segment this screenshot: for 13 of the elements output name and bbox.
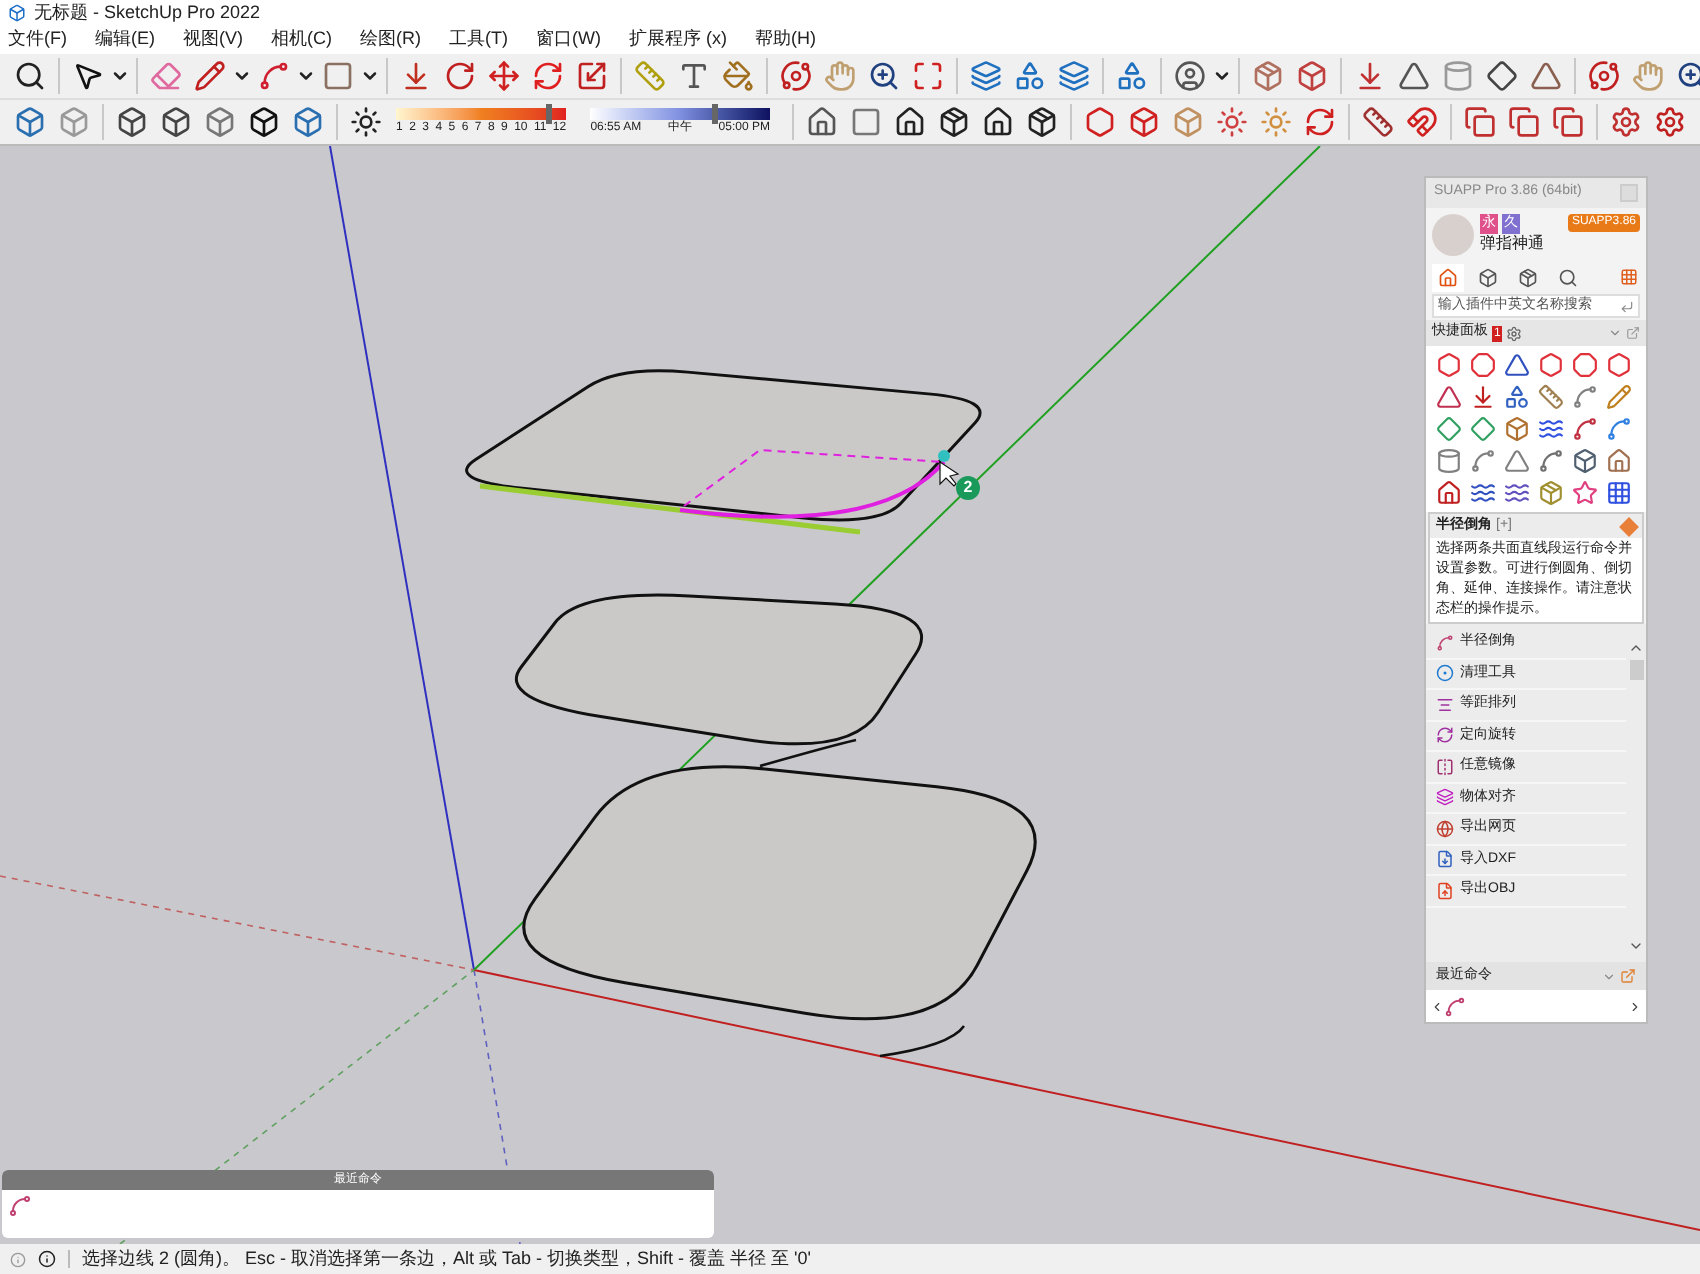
status-text: 选择边线 2 (圆角)。 Esc - 取消选择第一条边，Alt 或 Tab - 切换类型，Shift - 覆盖 半径 至 '0' <box>82 1245 811 1272</box>
menu-item[interactable]: 相机(C) <box>271 26 332 54</box>
step-badge: 2 <box>956 476 980 500</box>
menu-item[interactable]: 编辑(E) <box>95 26 155 54</box>
window-title: 无标题 - SketchUp Pro 2022 <box>34 0 261 26</box>
menu-item[interactable]: 视图(V) <box>183 26 243 54</box>
menu-item[interactable]: 绘图(R) <box>360 26 421 54</box>
menu-item[interactable]: 工具(T) <box>449 26 508 54</box>
menu-item[interactable]: 扩展程序 (x) <box>629 26 727 54</box>
user-name: 弹指神通 <box>1480 234 1544 254</box>
menu-item[interactable]: 帮助(H) <box>755 26 816 54</box>
menu-item[interactable]: 窗口(W) <box>536 26 601 54</box>
menu-item[interactable]: 文件(F) <box>8 26 67 54</box>
